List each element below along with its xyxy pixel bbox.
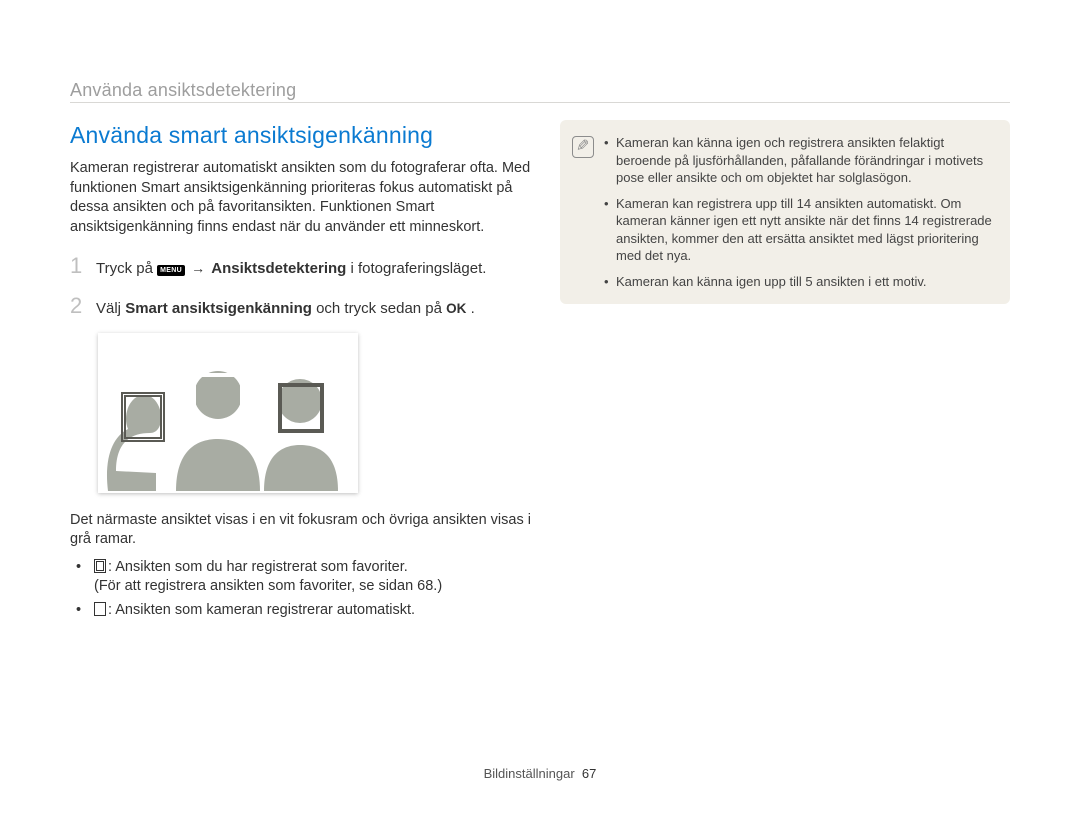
legend-list: : Ansikten som du har registrerat som fa… [70, 558, 535, 621]
footer-section: Bildinställningar [484, 766, 575, 781]
favorite-marker-icon [94, 559, 106, 573]
bold-term: Ansiktsdetektering [211, 260, 346, 277]
step-2: 2 Välj Smart ansiktsigenkänning och tryc… [70, 291, 535, 321]
legend-text: : Ansikten som kameran registrerar autom… [108, 602, 415, 618]
breadcrumb: Använda ansiktsdetektering [70, 78, 296, 102]
step-text: Välj Smart ansiktsigenkänning och tryck … [96, 299, 535, 319]
text: och tryck sedan på [316, 300, 446, 317]
note-box: ✎ Kameran kan känna igen och registrera … [560, 120, 1010, 304]
step-number: 2 [70, 291, 88, 321]
face-detection-illustration [98, 333, 358, 493]
section-title: Använda smart ansiktsigenkänning [70, 120, 535, 151]
legend-subtext: (För att registrera ansikten som favorit… [94, 578, 442, 594]
text: . [471, 300, 475, 317]
intro-paragraph: Kameran registrerar automatiskt ansikten… [70, 159, 535, 237]
steps-list: 1 Tryck på MENU → Ansiktsdetektering i f… [70, 251, 535, 320]
manual-page: Använda ansiktsdetektering Använda smart… [0, 0, 1080, 815]
note-item: Kameran kan känna igen upp till 5 ansikt… [604, 273, 994, 291]
note-icon: ✎ [572, 136, 594, 158]
page-number: 67 [582, 766, 596, 781]
menu-icon: MENU [157, 265, 185, 276]
text: Välj [96, 300, 125, 317]
legend-item-auto: : Ansikten som kameran registrerar autom… [70, 601, 535, 621]
divider [70, 102, 1010, 103]
note-item: Kameran kan registrera upp till 14 ansik… [604, 195, 994, 265]
left-column: Använda smart ansiktsigenkänning Kameran… [70, 120, 535, 624]
ok-icon: OK [446, 301, 466, 316]
auto-marker-icon [94, 602, 106, 616]
legend-text: : Ansikten som du har registrerat som fa… [108, 559, 408, 575]
after-illustration-text: Det närmaste ansiktet visas i en vit fok… [70, 511, 535, 550]
step-1: 1 Tryck på MENU → Ansiktsdetektering i f… [70, 251, 535, 281]
legend-item-favorite: : Ansikten som du har registrerat som fa… [70, 558, 535, 597]
content-columns: Använda smart ansiktsigenkänning Kameran… [70, 120, 1010, 624]
right-column: ✎ Kameran kan känna igen och registrera … [560, 120, 1010, 624]
text: i fotograferingsläget. [351, 260, 487, 277]
text: Tryck på [96, 260, 157, 277]
note-item: Kameran kan känna igen och registrera an… [604, 134, 994, 187]
step-text: Tryck på MENU → Ansiktsdetektering i fot… [96, 259, 535, 279]
arrow-icon: → [191, 260, 205, 276]
bold-term: Smart ansiktsigenkänning [125, 300, 312, 317]
step-number: 1 [70, 251, 88, 281]
note-list: Kameran kan känna igen och registrera an… [604, 134, 994, 290]
page-footer: Bildinställningar 67 [0, 765, 1080, 783]
